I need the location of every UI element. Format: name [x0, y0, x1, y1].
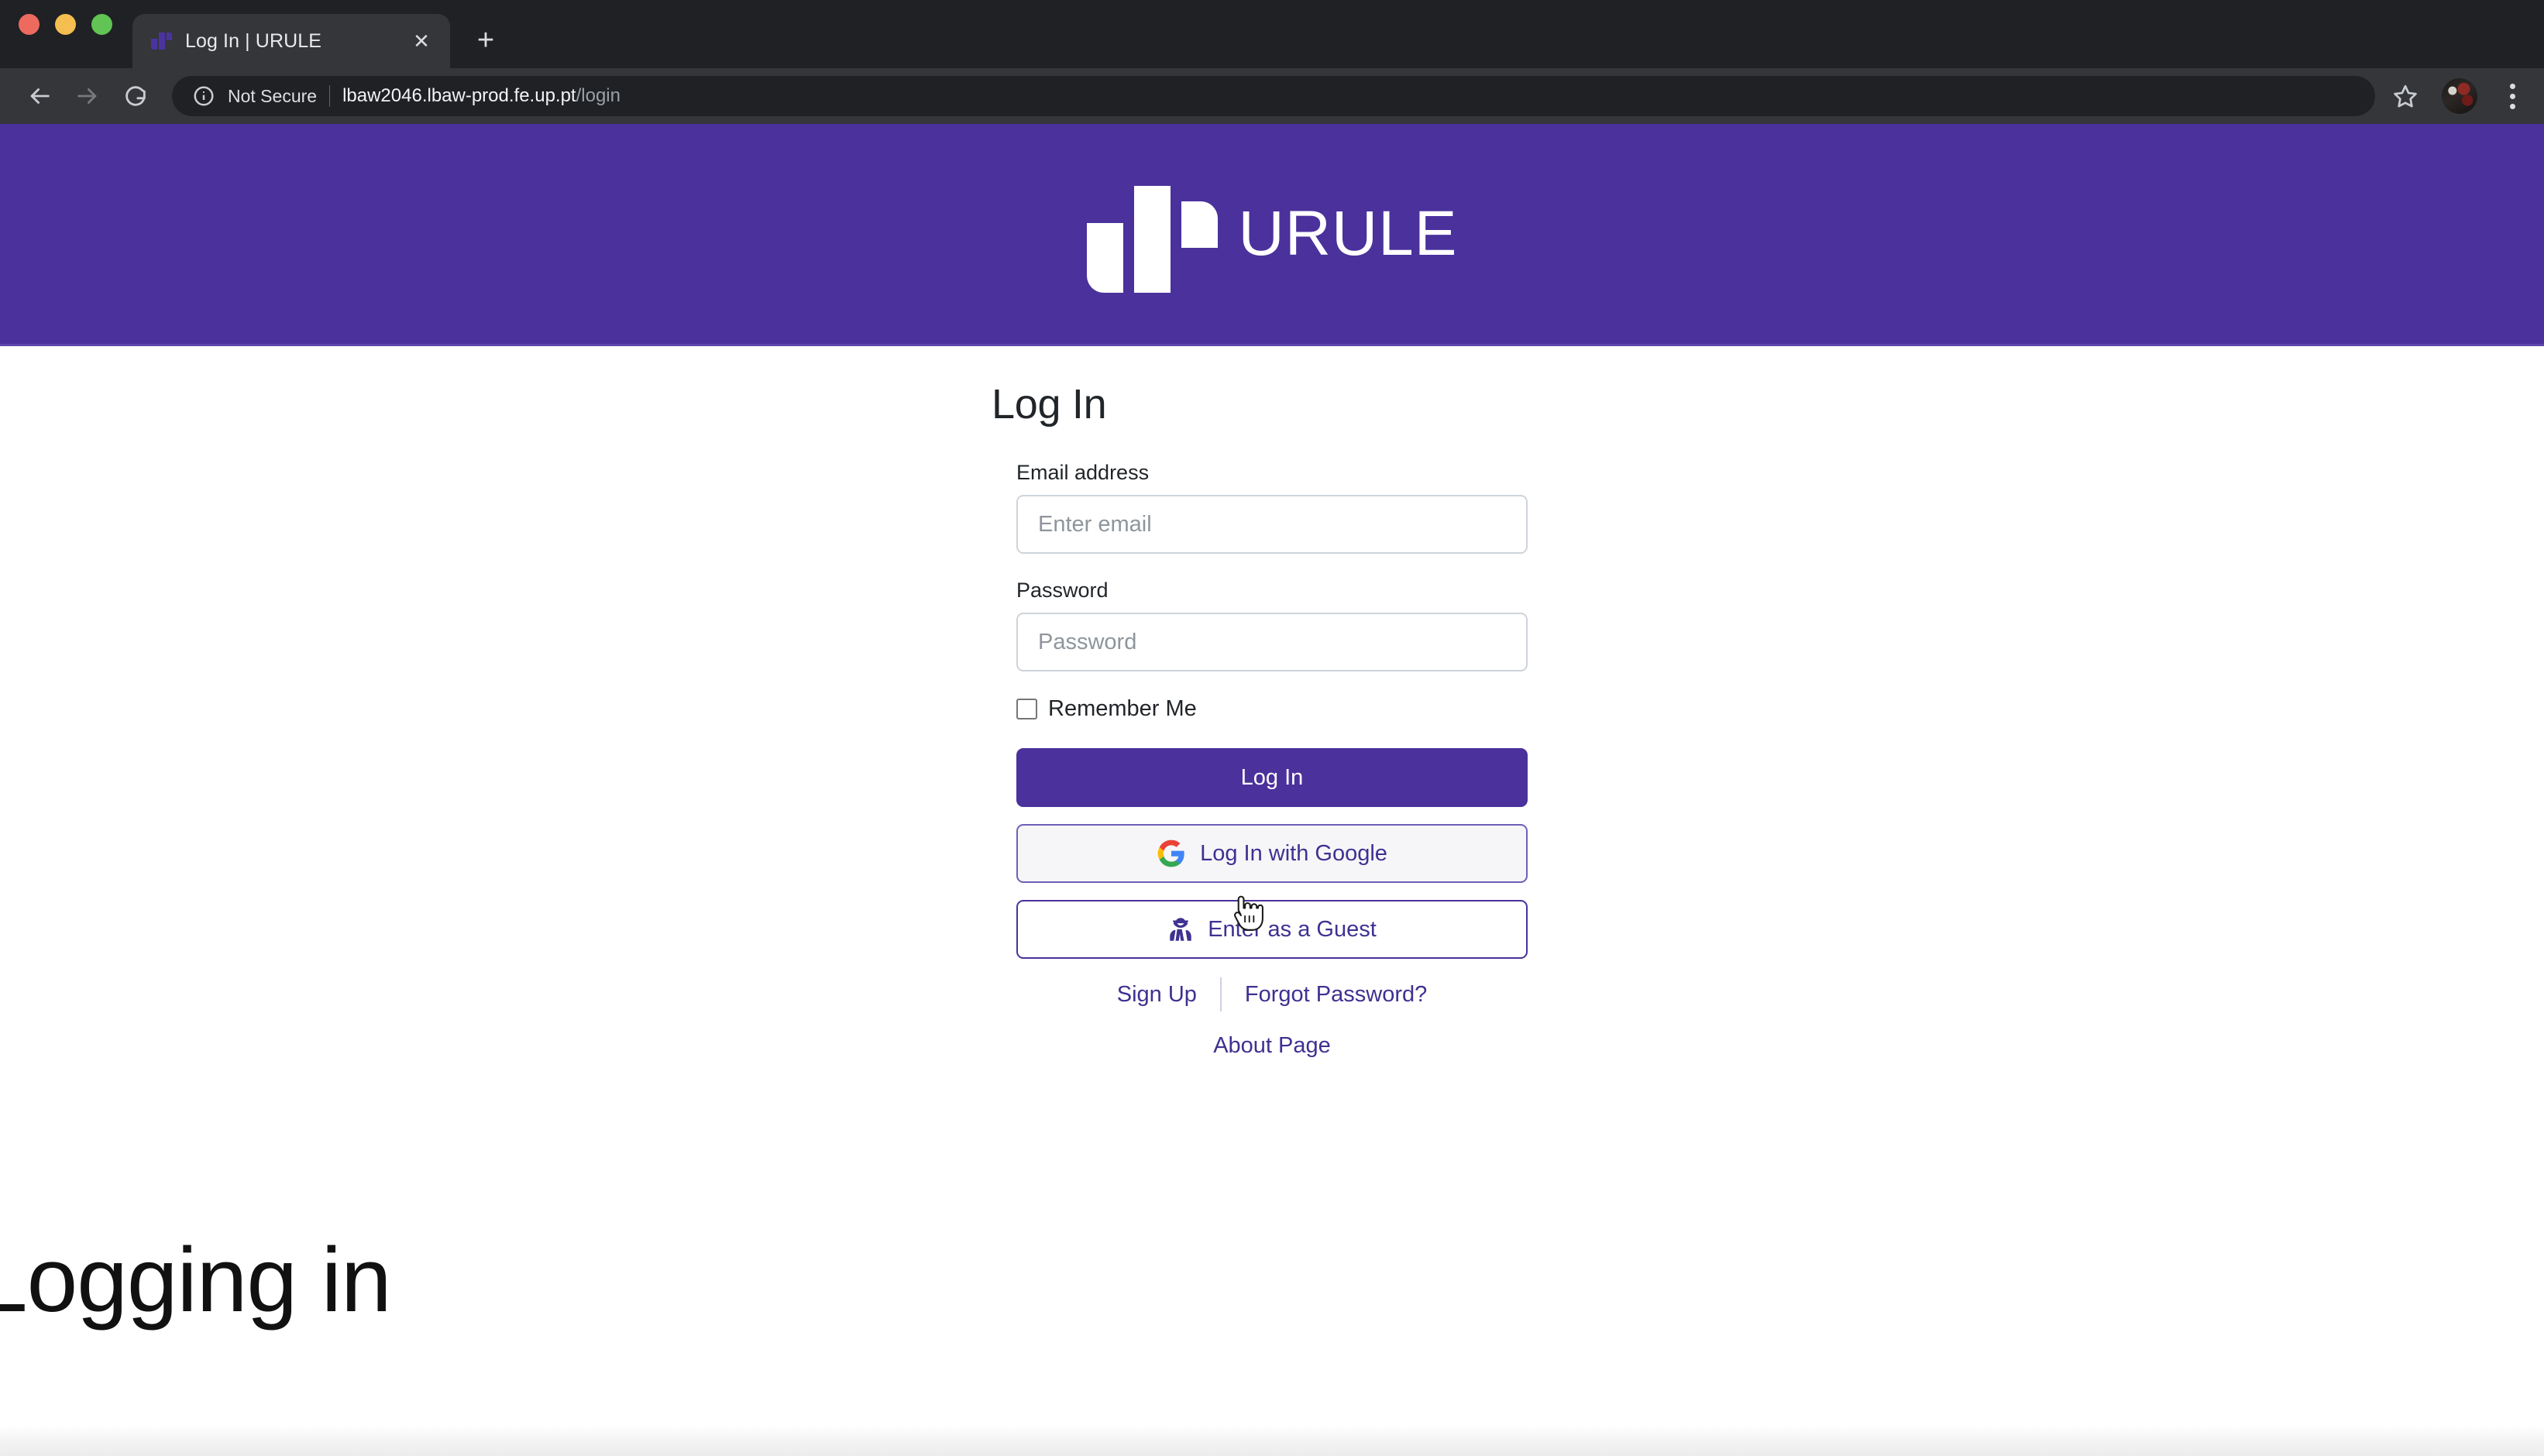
login-with-google-label: Log In with Google	[1200, 840, 1387, 866]
user-secret-icon	[1170, 918, 1191, 941]
remember-me-checkbox[interactable]	[1016, 699, 1037, 719]
url-path: /login	[576, 85, 621, 106]
brand-logo[interactable]: URULE	[1086, 175, 1458, 293]
logging-in-status-text: Logging in	[0, 1229, 392, 1331]
password-input[interactable]	[1016, 613, 1528, 671]
urule-bars-favicon-icon	[150, 29, 173, 53]
close-tab-icon[interactable]: ✕	[408, 28, 435, 54]
about-page-link[interactable]: About Page	[1190, 1033, 1354, 1058]
forward-arrow-icon[interactable]	[65, 74, 110, 118]
auxiliary-links: Sign Up Forgot Password?	[1016, 977, 1528, 1011]
enter-as-guest-label: Enter as a Guest	[1208, 916, 1377, 942]
info-circle-icon[interactable]	[192, 84, 215, 108]
browser-toolbar: Not Secure lbaw2046.lbaw-prod.fe.up.pt/l…	[0, 68, 2544, 124]
three-dot-menu-icon[interactable]	[2501, 83, 2524, 109]
avatar[interactable]	[2442, 78, 2477, 114]
security-status-label: Not Secure	[228, 85, 318, 106]
tab-title: Log In | URULE	[185, 29, 322, 52]
remember-me-label: Remember Me	[1048, 696, 1197, 721]
browser-window: Log In | URULE ✕ + Not Secure lbaw2046.l…	[0, 0, 2544, 1456]
enter-as-guest-button[interactable]: Enter as a Guest	[1016, 900, 1528, 959]
browser-tab[interactable]: Log In | URULE ✕	[132, 14, 450, 68]
star-icon[interactable]	[2392, 83, 2419, 109]
about-row: About Page	[1016, 1033, 1528, 1059]
sign-up-link[interactable]: Sign Up	[1094, 982, 1220, 1008]
new-tab-button[interactable]: +	[464, 19, 507, 62]
tab-strip: Log In | URULE ✕ +	[0, 0, 2544, 68]
login-card: Log In Email address Password Remember M…	[992, 346, 1528, 1059]
page-title: Log In	[992, 381, 1107, 428]
remember-me-row[interactable]: Remember Me	[1016, 696, 1528, 722]
back-arrow-icon[interactable]	[17, 74, 62, 118]
email-label: Email address	[1016, 461, 1150, 484]
window-controls	[19, 0, 132, 68]
login-with-google-button[interactable]: Log In with Google	[1016, 824, 1528, 883]
page-viewport: URULE Log In Email address Password Reme…	[0, 124, 2544, 1456]
url-host: lbaw2046.lbaw-prod.fe.up.pt	[342, 85, 576, 106]
email-field-group: Email address	[1016, 461, 1528, 554]
omnibox-divider	[329, 85, 331, 107]
site-header: URULE	[0, 124, 2544, 346]
email-input[interactable]	[1016, 495, 1528, 554]
urule-bars-logo-icon	[1086, 175, 1220, 293]
forgot-password-link[interactable]: Forgot Password?	[1222, 982, 1450, 1008]
page-bottom-strip	[0, 1425, 2544, 1456]
reload-icon[interactable]	[113, 74, 158, 118]
url-text: lbaw2046.lbaw-prod.fe.up.pt/login	[342, 85, 621, 107]
password-field-group: Password	[1016, 579, 1528, 671]
close-window-button[interactable]	[19, 13, 40, 35]
maximize-window-button[interactable]	[91, 13, 112, 35]
login-button[interactable]: Log In	[1016, 748, 1528, 807]
address-bar[interactable]: Not Secure lbaw2046.lbaw-prod.fe.up.pt/l…	[172, 76, 2375, 116]
google-g-icon	[1157, 840, 1184, 867]
password-label: Password	[1016, 579, 1109, 602]
brand-name: URULE	[1238, 198, 1458, 269]
minimize-window-button[interactable]	[55, 13, 76, 35]
